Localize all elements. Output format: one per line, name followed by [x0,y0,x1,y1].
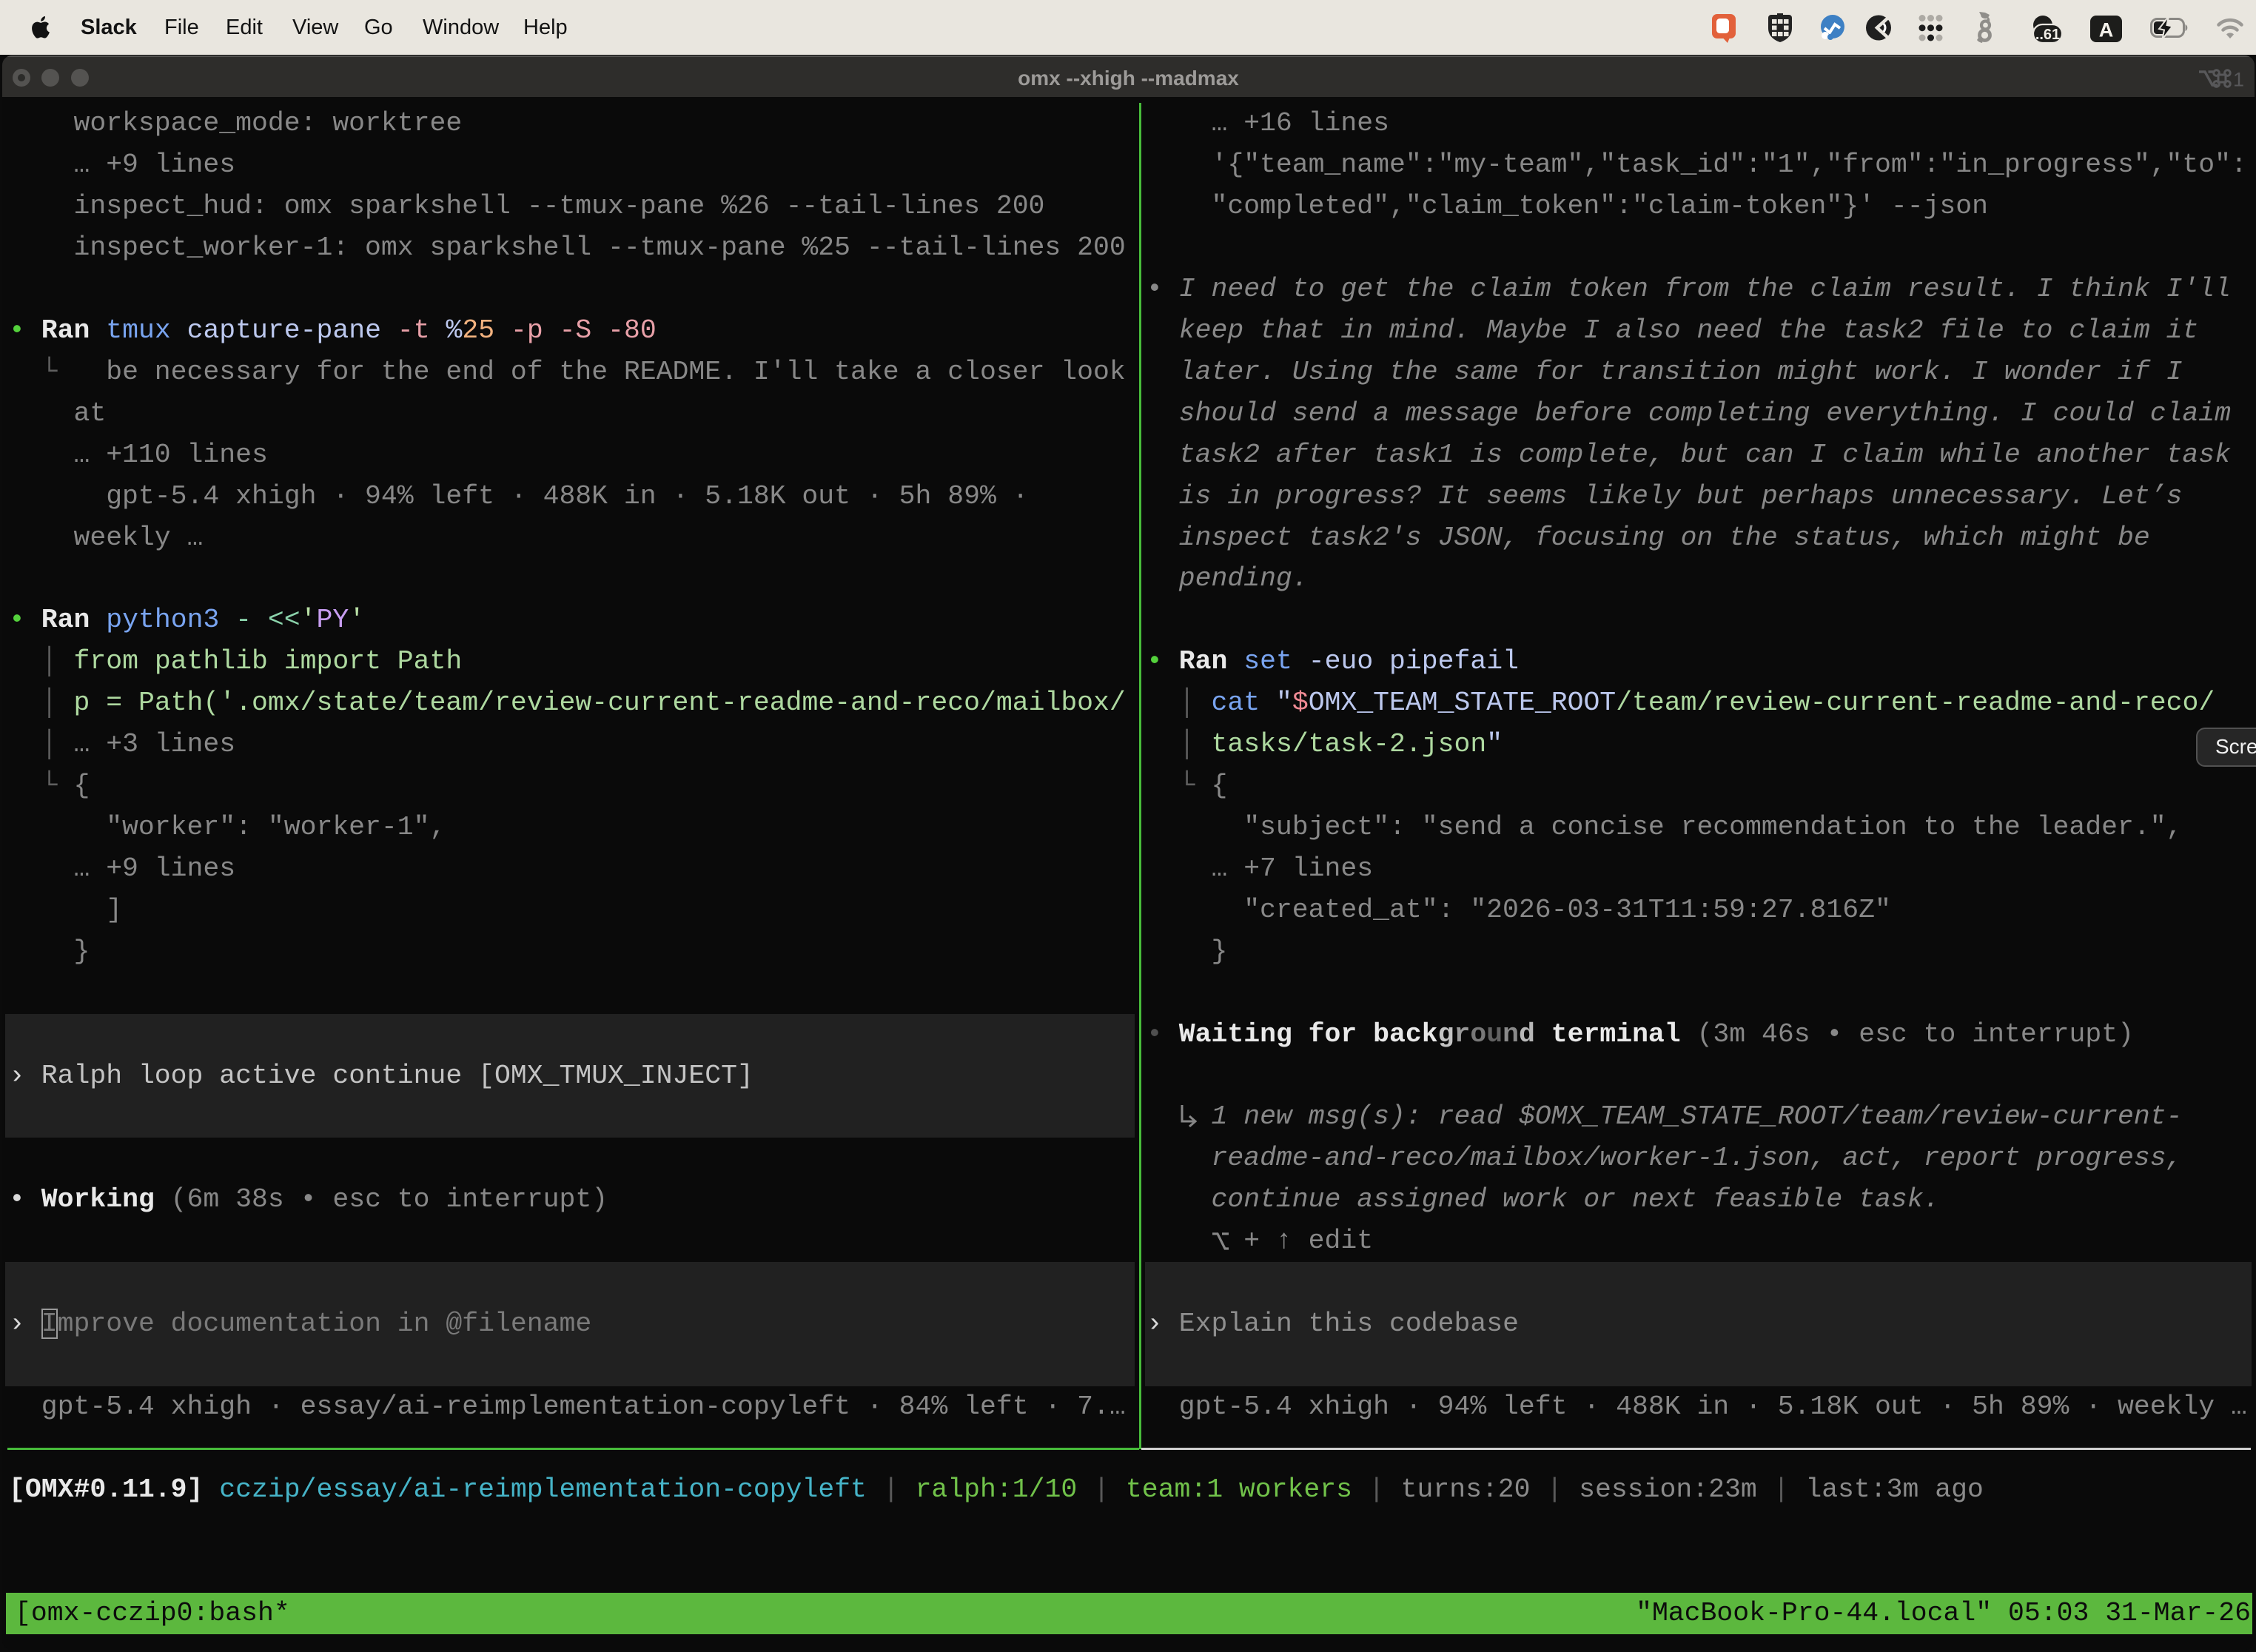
svg-text:1: 1 [2233,69,2244,90]
svg-text:..61: ..61 [2035,27,2060,43]
svg-text:A: A [2099,19,2114,41]
